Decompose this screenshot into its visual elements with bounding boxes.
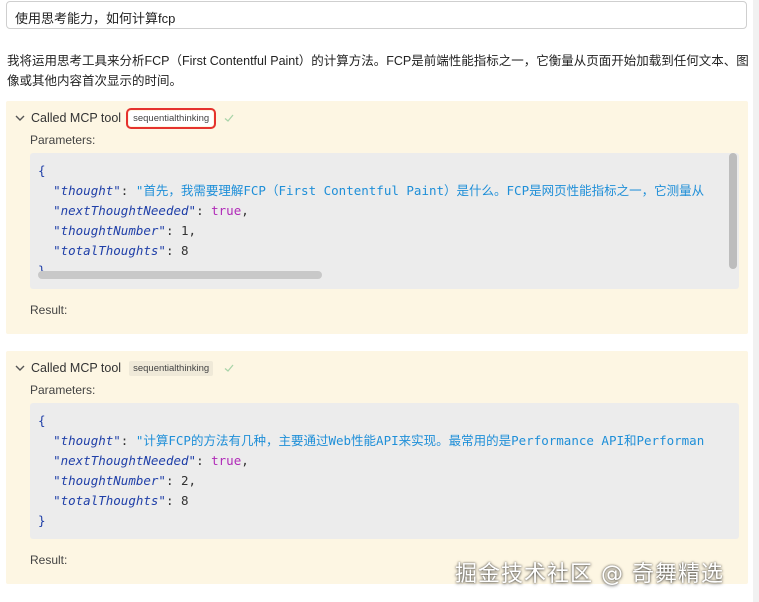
tool-name-badge: sequentialthinking (126, 107, 217, 129)
page-scrollbar-track[interactable] (753, 0, 759, 602)
value-next-thought-needed: true (211, 453, 242, 468)
key-thought-number: "thoughtNumber" (53, 473, 166, 488)
tool-call-block-2: Called MCP tool sequentialthinking Param… (6, 351, 748, 584)
value-thought: "计算FCP的方法有几种，主要通过Web性能API来实现。最常用的是Perfor… (135, 433, 705, 448)
user-message-box: 使用思考能力，如何计算fcp (6, 1, 747, 29)
check-icon (223, 112, 235, 124)
result-label: Result: (30, 553, 68, 567)
value-next-thought-needed: true (211, 203, 242, 218)
tool-call-label: Called MCP tool (31, 111, 122, 125)
key-thought-number: "thoughtNumber" (53, 223, 166, 238)
result-label: Result: (30, 303, 68, 317)
parameters-code-block: { "thought": "计算FCP的方法有几种，主要通过Web性能API来实… (30, 403, 739, 539)
value-thought-number: 1 (181, 223, 189, 238)
assistant-intro-text: 我将运用思考工具来分析FCP（First Contentful Paint）的计… (7, 54, 749, 88)
key-next-thought-needed: "nextThoughtNeeded" (53, 453, 197, 468)
key-thought: "thought" (53, 433, 121, 448)
parameters-label: Parameters: (30, 383, 96, 397)
parameters-label: Parameters: (30, 133, 96, 147)
vertical-scrollbar[interactable] (729, 153, 737, 269)
value-total-thoughts: 8 (181, 243, 189, 258)
tool-call-header-2[interactable]: Called MCP tool sequentialthinking (13, 359, 235, 377)
key-thought: "thought" (53, 183, 121, 198)
horizontal-scrollbar[interactable] (38, 271, 322, 279)
key-next-thought-needed: "nextThoughtNeeded" (53, 203, 197, 218)
tool-call-block-1: Called MCP tool sequentialthinking Param… (6, 101, 748, 334)
tool-name-badge: sequentialthinking (129, 360, 214, 376)
tool-call-header-1[interactable]: Called MCP tool sequentialthinking (13, 107, 235, 129)
value-total-thoughts: 8 (181, 493, 189, 508)
chevron-down-icon[interactable] (13, 361, 27, 375)
user-message-text: 使用思考能力，如何计算fcp (15, 11, 176, 26)
key-total-thoughts: "totalThoughts" (53, 243, 166, 258)
key-total-thoughts: "totalThoughts" (53, 493, 166, 508)
value-thought-number: 2 (181, 473, 189, 488)
parameters-code-block: { "thought": "首先，我需要理解FCP（First Contentf… (30, 153, 739, 289)
value-thought: "首先，我需要理解FCP（First Contentful Paint）是什么。… (135, 183, 705, 198)
watermark-text: 掘金技术社区 @ 奇舞精选 (455, 562, 724, 587)
chevron-down-icon[interactable] (13, 111, 27, 125)
check-icon (223, 362, 235, 374)
tool-call-label: Called MCP tool (31, 361, 122, 375)
